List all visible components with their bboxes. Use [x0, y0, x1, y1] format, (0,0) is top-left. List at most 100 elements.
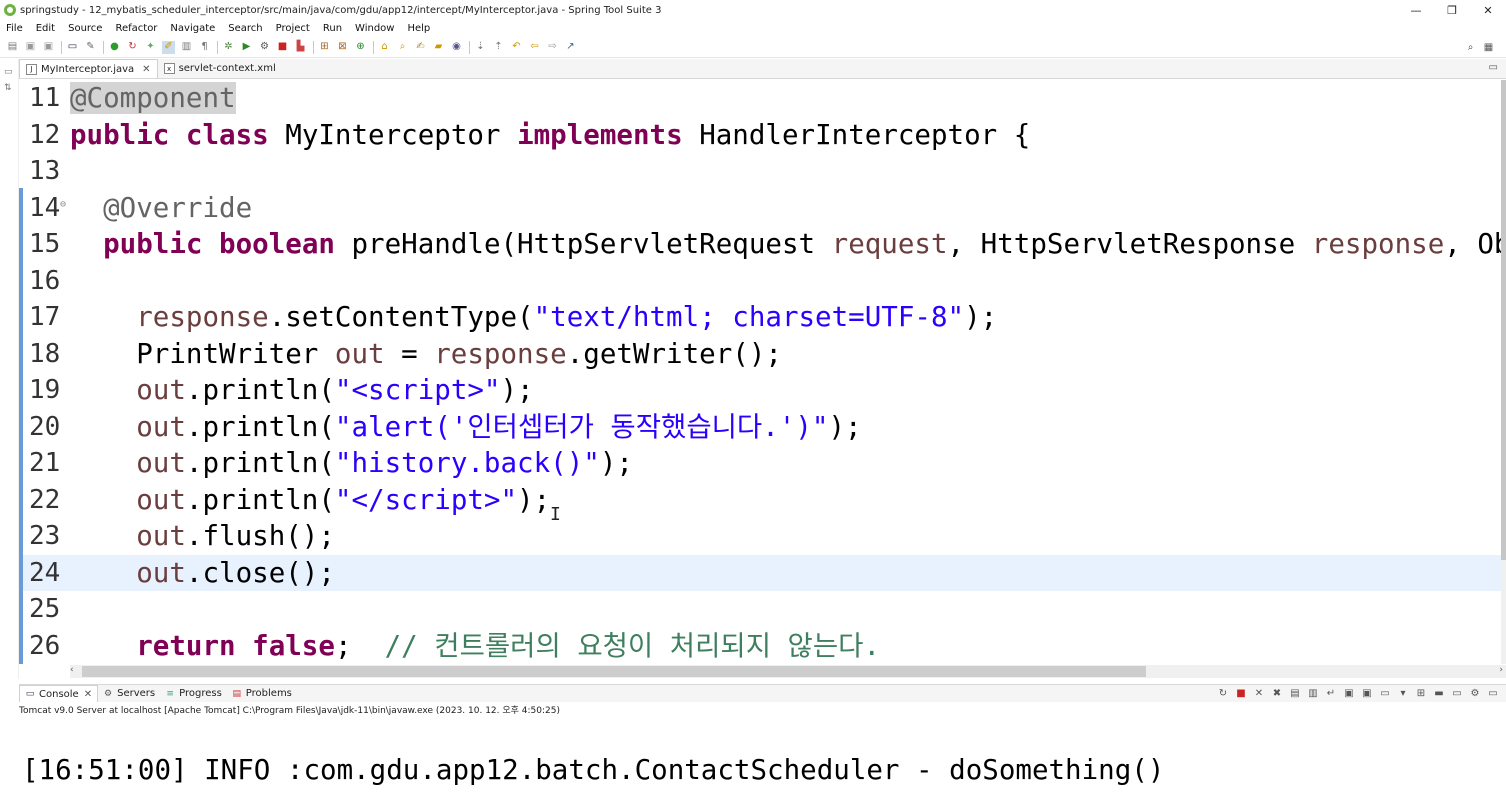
tab-myinterceptor-java[interactable]: J MyInterceptor.java ✕ [19, 59, 158, 78]
code-line-15[interactable]: 15 public boolean preHandle(HttpServletR… [19, 226, 1501, 262]
perspective-icon[interactable]: ▦ [1482, 41, 1495, 54]
tab-console[interactable]: ▭ Console ✕ [19, 685, 99, 702]
scroll-lock-icon[interactable]: ▥ [1306, 687, 1320, 700]
menu-search[interactable]: Search [228, 23, 262, 34]
clear-console-icon[interactable]: ▤ [1288, 687, 1302, 700]
spring-boot-icon[interactable]: ● [108, 41, 121, 54]
code-editor[interactable]: 11 @Component 12 public class MyInterceptor… [19, 80, 1501, 664]
menu-help[interactable]: Help [407, 23, 430, 34]
code-line-21[interactable]: 21 out.println("history.back()"); [19, 445, 1501, 481]
word-wrap-icon[interactable]: ↵ [1324, 687, 1338, 700]
code-line-14[interactable]: 14 ⊖ @Override [19, 190, 1501, 226]
minimize-button[interactable]: — [1398, 0, 1434, 20]
close-window-button[interactable]: ✕ [1470, 0, 1506, 20]
save-icon[interactable]: ▣ [24, 41, 37, 54]
new-icon[interactable]: ▤ [6, 41, 19, 54]
tab-progress[interactable]: ≡ Progress [160, 685, 227, 702]
tab-servlet-context-xml[interactable]: x servlet-context.xml [158, 59, 282, 78]
maximize-button[interactable]: ❐ [1434, 0, 1470, 20]
menu-run[interactable]: Run [323, 23, 342, 34]
new-java-project-icon[interactable]: ⊞ [318, 41, 331, 54]
close-console-icon[interactable]: ✕ [84, 689, 92, 700]
tab-label: Console [39, 688, 79, 700]
menu-source[interactable]: Source [68, 23, 102, 34]
fold-toggle-icon[interactable]: ⊖ [60, 187, 66, 223]
relaunch-icon[interactable]: ↻ [1216, 687, 1230, 700]
code-line-22[interactable]: 22 out.println("</script>"); [19, 482, 1501, 518]
pin-console-icon[interactable]: ▭ [1378, 687, 1392, 700]
refresh-icon[interactable]: ↻ [126, 41, 139, 54]
open-console-icon[interactable]: ⊞ [1414, 687, 1428, 700]
block-selection-icon[interactable]: ▥ [180, 41, 193, 54]
tab-problems[interactable]: ▤ Problems [227, 685, 297, 702]
minimize-view-icon[interactable]: ▬ [1432, 687, 1446, 700]
menu-file[interactable]: File [6, 23, 23, 34]
code-line-24[interactable]: 24 out.close(); [19, 554, 1501, 591]
editor-horizontal-scrollbar[interactable]: ‹ › [70, 665, 1506, 678]
code-line-13[interactable]: 13 [19, 153, 1501, 189]
code-line-17[interactable]: 17 response.setContentType("text/html; c… [19, 299, 1501, 335]
terminate-icon[interactable]: ■ [1234, 687, 1248, 700]
pin-editor-icon[interactable]: ↗ [564, 41, 577, 54]
back-icon[interactable]: ⇦ [528, 41, 541, 54]
menu-refactor[interactable]: Refactor [115, 23, 157, 34]
show-on-stdout-icon[interactable]: ▣ [1342, 687, 1356, 700]
server-icon[interactable]: ▙ [294, 41, 307, 54]
package-explorer-icon[interactable]: ⇅ [4, 83, 14, 93]
pen-icon[interactable]: ✍ [414, 41, 427, 54]
stop-icon[interactable]: ■ [276, 41, 289, 54]
forward-icon[interactable]: ⇨ [546, 41, 559, 54]
open-task-icon[interactable]: ⌕ [396, 41, 409, 54]
terminal-icon[interactable]: ▭ [66, 41, 79, 54]
new-package-icon[interactable]: ⊠ [336, 41, 349, 54]
remove-all-icon[interactable]: ✖ [1270, 687, 1284, 700]
prev-annotation-icon[interactable]: ⇡ [492, 41, 505, 54]
menu-navigate[interactable]: Navigate [170, 23, 215, 34]
quick-access-search-icon[interactable]: ⌕ [1464, 41, 1477, 54]
maximize-view-icon[interactable]: ▭ [1450, 687, 1464, 700]
remove-launch-icon[interactable]: ✕ [1252, 687, 1266, 700]
code-line-25[interactable]: 25 [19, 591, 1501, 627]
new-class-icon[interactable]: ⊕ [354, 41, 367, 54]
open-type-icon[interactable]: ⌂ [378, 41, 391, 54]
menu-project[interactable]: Project [276, 23, 310, 34]
next-annotation-icon[interactable]: ⇣ [474, 41, 487, 54]
console-output[interactable]: [16:51:00] INFO :com.gdu.app12.batch.Con… [19, 719, 1506, 796]
vertical-scroll-thumb[interactable] [1501, 80, 1506, 560]
restore-view-icon[interactable]: ▭ [4, 67, 14, 77]
globe-icon[interactable]: ◉ [450, 41, 463, 54]
editor-vertical-scrollbar[interactable] [1501, 80, 1506, 664]
code-line-11[interactable]: 11 @Component [19, 80, 1501, 116]
mark-occurrences-icon[interactable]: ✐ [162, 40, 175, 54]
debug-icon[interactable]: ✲ [222, 41, 235, 54]
code-line-19[interactable]: 19 out.println("<script>"); [19, 372, 1501, 408]
folder-icon[interactable]: ▰ [432, 41, 445, 54]
view-menu-icon[interactable]: ▭ [1486, 687, 1500, 700]
scroll-left-icon[interactable]: ‹ [70, 665, 74, 675]
scroll-right-icon[interactable]: › [1499, 665, 1503, 675]
code-line-20[interactable]: 20 out.println("alert('인터셉터가 동작했습니다.')")… [19, 409, 1501, 445]
menu-window[interactable]: Window [355, 23, 394, 34]
line-number: 18 [29, 338, 61, 369]
close-tab-icon[interactable]: ✕ [142, 64, 150, 75]
code-text: public boolean preHandle(HttpServletRequ… [103, 228, 1501, 260]
code-line-12[interactable]: 12 public class MyInterceptor implements … [19, 117, 1501, 153]
code-line-16[interactable]: 16 [19, 263, 1501, 299]
tab-servers[interactable]: ⚙ Servers [98, 685, 160, 702]
settings-gear-icon[interactable]: ⚙ [1468, 687, 1482, 700]
skip-breakpoints-icon[interactable]: ✎ [84, 41, 97, 54]
editor-menu-icon[interactable]: ▭ [1489, 62, 1498, 73]
code-line-18[interactable]: 18 PrintWriter out = response.getWriter(… [19, 336, 1501, 372]
run-external-icon[interactable]: ⚙ [258, 41, 271, 54]
menu-edit[interactable]: Edit [36, 23, 55, 34]
code-line-26[interactable]: 26 return false; // 컨트롤러의 요청이 처리되지 않는다. [19, 628, 1501, 664]
run-icon[interactable]: ▶ [240, 41, 253, 54]
code-line-23[interactable]: 23 out.flush(); [19, 518, 1501, 554]
show-on-stderr-icon[interactable]: ▣ [1360, 687, 1374, 700]
tag-icon[interactable]: ✦ [144, 41, 157, 54]
last-edit-icon[interactable]: ↶ [510, 41, 523, 54]
save-all-icon[interactable]: ▣ [42, 41, 55, 54]
display-console-icon[interactable]: ▾ [1396, 687, 1410, 700]
horizontal-scroll-thumb[interactable] [82, 666, 1146, 677]
show-whitespace-icon[interactable]: ¶ [198, 41, 211, 54]
